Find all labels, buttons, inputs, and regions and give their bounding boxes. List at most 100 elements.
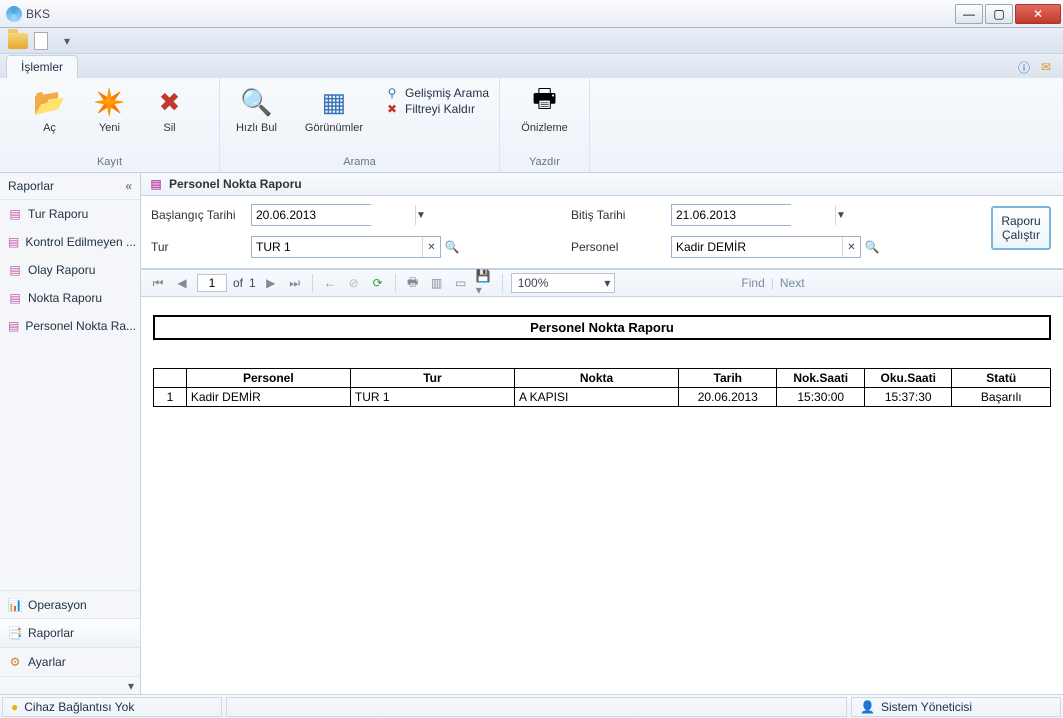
page-title: ▤ Personel Nokta Raporu — [141, 173, 1063, 196]
window-controls: — ▢ ✕ — [955, 4, 1061, 24]
new-button[interactable]: ✴️ Yeni — [80, 82, 140, 138]
report-title: Personel Nokta Raporu — [153, 315, 1051, 340]
quickfind-button[interactable]: 🔍 Hızlı Bul — [222, 82, 291, 138]
user-status: 👤 Sistem Yöneticisi — [851, 697, 1061, 717]
print-button[interactable]: 🖶 — [404, 274, 422, 292]
search-icon[interactable]: 🔍 — [445, 240, 459, 254]
start-date-label: Başlangıç Tarihi — [151, 208, 241, 222]
col-idx — [154, 369, 187, 388]
section-ayarlar[interactable]: ⚙Ayarlar — [0, 647, 140, 676]
feedback-icon[interactable]: ✉ — [1039, 60, 1053, 74]
start-date-input[interactable]: ▼ — [251, 204, 371, 226]
report-icon: ▤ — [8, 207, 22, 221]
stop-button[interactable]: ⊘ — [345, 274, 363, 292]
delete-button[interactable]: ✖ Sil — [140, 82, 200, 138]
col-statu: Statü — [952, 369, 1051, 388]
clear-icon[interactable]: ✕ — [842, 237, 860, 257]
grid-icon: ▦ — [318, 86, 350, 118]
col-tarih: Tarih — [679, 369, 777, 388]
main-content: ▤ Personel Nokta Raporu Başlangıç Tarihi… — [141, 173, 1063, 694]
folder-open-icon: 📂 — [34, 86, 66, 118]
app-icon — [6, 6, 22, 22]
sidebar-item-nokta-raporu[interactable]: ▤Nokta Raporu — [0, 284, 140, 312]
next-page-button[interactable]: ▶ — [262, 274, 280, 292]
close-button[interactable]: ✕ — [1015, 4, 1061, 24]
preview-button[interactable]: 🖶 Önizleme — [507, 82, 581, 138]
printer-icon: 🖶 — [529, 86, 561, 118]
ribbon-group-kayit: 📂 Aç ✴️ Yeni ✖ Sil Kayıt — [0, 78, 220, 172]
user-icon: 👤 — [860, 700, 875, 714]
maximize-button[interactable]: ▢ — [985, 4, 1013, 24]
chart-icon: 📊 — [8, 598, 22, 612]
page-input[interactable] — [197, 274, 227, 292]
new-icon: ✴️ — [94, 86, 126, 118]
sidebar-item-tur-raporu[interactable]: ▤Tur Raporu — [0, 200, 140, 228]
qat-dropdown-icon[interactable]: ▾ — [54, 34, 70, 48]
report-icon: ▤ — [149, 177, 163, 191]
sidebar-header: Raporlar « — [0, 173, 140, 200]
minimize-button[interactable]: — — [955, 4, 983, 24]
open-folder-icon[interactable] — [8, 33, 28, 49]
help-icon[interactable]: ⓘ — [1017, 60, 1031, 74]
section-operasyon[interactable]: 📊Operasyon — [0, 590, 140, 619]
table-row: 1 Kadir DEMİR TUR 1 A KAPISI 20.06.2013 … — [154, 388, 1051, 407]
refresh-button[interactable]: ⟳ — [369, 274, 387, 292]
clear-filter-button[interactable]: ✖ Filtreyi Kaldır — [385, 102, 489, 116]
report-icon: ▤ — [8, 235, 19, 249]
chevron-down-icon[interactable]: ▼ — [835, 205, 846, 225]
clear-icon[interactable]: ✕ — [422, 237, 440, 257]
views-button[interactable]: ▦ Görünümler — [291, 82, 377, 138]
personel-input[interactable]: ✕ — [671, 236, 861, 258]
window-title: BKS — [26, 7, 50, 21]
search-icon[interactable]: 🔍 — [865, 240, 879, 254]
quick-access-toolbar: ▾ — [0, 28, 1063, 54]
report-viewer[interactable]: Personel Nokta Raporu Personel Tur Nokta… — [141, 297, 1063, 694]
gear-icon: ⚙ — [8, 655, 22, 669]
export-button[interactable]: 💾▾ — [476, 274, 494, 292]
col-okusaati: Oku.Saati — [864, 369, 952, 388]
collapse-sidebar-icon[interactable]: « — [125, 179, 132, 193]
sidebar-item-kontrol-edilmeyen[interactable]: ▤Kontrol Edilmeyen ... — [0, 228, 140, 256]
section-raporlar[interactable]: 📑Raporlar — [0, 618, 141, 648]
back-button[interactable]: ← — [321, 274, 339, 292]
end-date-input[interactable]: ▼ — [671, 204, 791, 226]
sidebar-item-personel-nokta[interactable]: ▤Personel Nokta Ra... — [0, 312, 140, 340]
find-label[interactable]: Find — [741, 276, 764, 290]
tur-input[interactable]: ✕ — [251, 236, 441, 258]
chevron-down-icon[interactable]: ▾ — [554, 276, 614, 290]
magnifier-icon: 🔍 — [240, 86, 272, 118]
ribbon: 📂 Aç ✴️ Yeni ✖ Sil Kayıt 🔍 Hızlı Bul — [0, 78, 1063, 173]
advanced-search-button[interactable]: ⚲ Gelişmiş Arama — [385, 86, 489, 100]
page-setup-button[interactable]: ▭ — [452, 274, 470, 292]
connection-status: ● Cihaz Bağlantısı Yok — [2, 697, 222, 717]
ribbon-group-arama: 🔍 Hızlı Bul ▦ Görünümler ⚲ Gelişmiş Aram… — [220, 78, 500, 172]
new-doc-icon[interactable] — [34, 32, 48, 50]
filter-panel: Başlangıç Tarihi ▼ Bitiş Tarihi ▼ Tur ✕ — [141, 196, 1063, 269]
status-spacer — [226, 697, 847, 717]
first-page-button[interactable]: ⏮ — [149, 274, 167, 292]
run-report-button[interactable]: Raporu Çalıştır — [991, 206, 1051, 250]
app-window: BKS — ▢ ✕ ▾ İşlemler ⓘ ✉ 📂 Aç — [0, 0, 1063, 718]
ribbon-group-yazdir: 🖶 Önizleme Yazdır — [500, 78, 590, 172]
zoom-selector[interactable]: 100% ▾ — [511, 273, 616, 293]
layout-button[interactable]: ▥ — [428, 274, 446, 292]
personel-label: Personel — [571, 240, 661, 254]
sidebar-item-olay-raporu[interactable]: ▤Olay Raporu — [0, 256, 140, 284]
col-personel: Personel — [186, 369, 350, 388]
chevron-down-icon[interactable]: ▼ — [415, 205, 426, 225]
report-icon: ▤ — [8, 263, 22, 277]
titlebar: BKS — ▢ ✕ — [0, 0, 1063, 28]
next-label[interactable]: Next — [780, 276, 805, 290]
filter-icon: ⚲ — [385, 86, 399, 100]
ribbon-tabstrip: İşlemler ⓘ ✉ — [0, 54, 1063, 78]
col-noksaati: Nok.Saati — [777, 369, 865, 388]
last-page-button[interactable]: ⏭ — [286, 274, 304, 292]
tab-islemler[interactable]: İşlemler — [6, 55, 78, 78]
prev-page-button[interactable]: ◀ — [173, 274, 191, 292]
status-dot-icon: ● — [11, 700, 18, 714]
clear-filter-icon: ✖ — [385, 102, 399, 116]
statusbar: ● Cihaz Bağlantısı Yok 👤 Sistem Yönetici… — [0, 694, 1063, 718]
col-tur: Tur — [350, 369, 514, 388]
open-button[interactable]: 📂 Aç — [20, 82, 80, 138]
sidebar-footer[interactable]: ▾ — [0, 676, 140, 694]
